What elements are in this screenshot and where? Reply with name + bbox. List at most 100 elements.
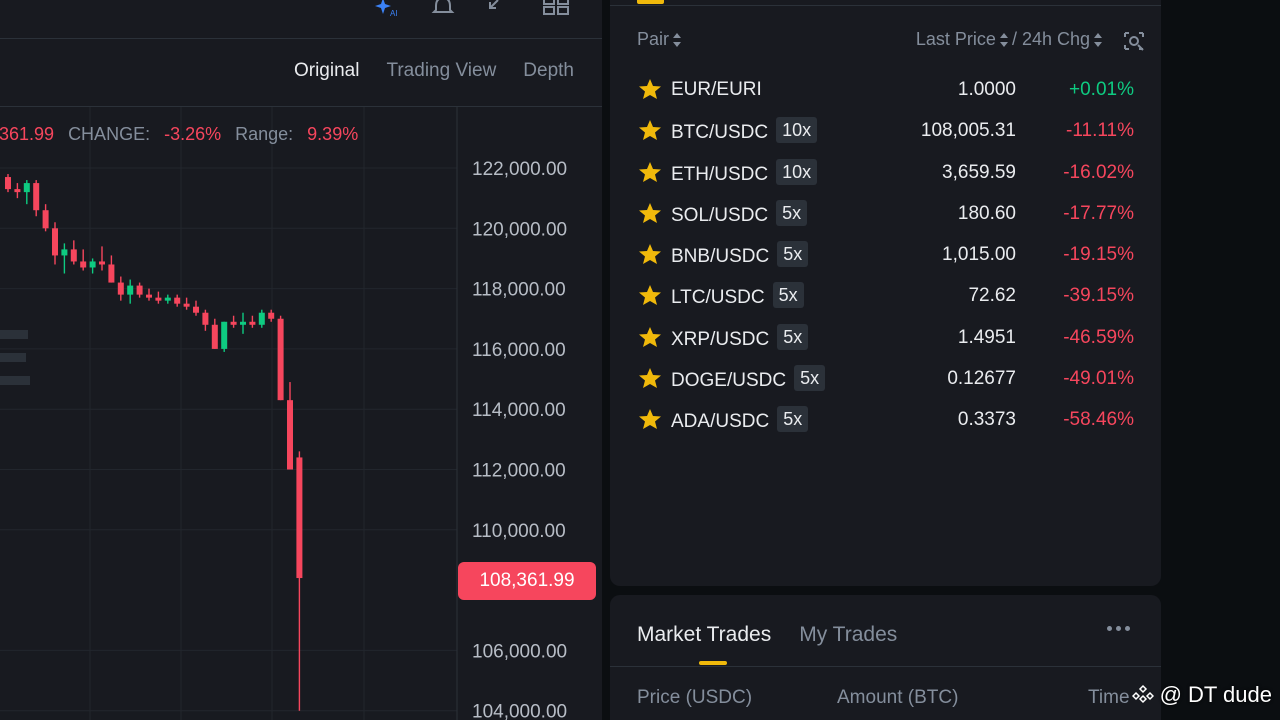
pair-symbol: EUR/EURI	[671, 79, 762, 100]
bell-icon[interactable]	[428, 0, 458, 20]
favorite-star-icon[interactable]	[638, 326, 662, 348]
chart-panel: AI Original Trading View Depth 122,000.0…	[0, 0, 602, 720]
tab-depth[interactable]: Depth	[523, 60, 574, 82]
candle[interactable]	[99, 246, 105, 271]
leverage-badge: 5x	[777, 406, 809, 433]
pair-symbol: ADA/USDC	[671, 411, 770, 433]
candle[interactable]	[183, 297, 190, 310]
candle[interactable]	[23, 180, 30, 205]
candle[interactable]	[164, 294, 171, 304]
favorite-star-icon[interactable]	[638, 119, 662, 141]
last-price: 1.4951	[957, 326, 1016, 348]
favorite-star-icon[interactable]	[638, 367, 662, 389]
change-percent: -49.01%	[1063, 368, 1134, 390]
candle[interactable]	[258, 309, 265, 328]
pair-row[interactable]: EUR/EURI 1.0000 +0.01%	[638, 69, 1134, 110]
info-change-label: CHANGE:	[68, 124, 151, 144]
candle[interactable]	[42, 204, 49, 232]
candle[interactable]	[61, 243, 68, 274]
toolbar-divider	[0, 38, 602, 39]
pair-name: BTC/USDC 10x	[671, 117, 818, 146]
candlestick-chart[interactable]: 122,000.00 120,000.00 118,000.00 116,000.00…	[0, 107, 602, 720]
pair-symbol: XRP/USDC	[671, 328, 770, 350]
y-axis-tick-label: 112,000.00	[472, 461, 566, 482]
candle[interactable]	[5, 174, 11, 193]
pair-symbol: BTC/USDC	[671, 122, 769, 144]
candle[interactable]	[33, 180, 40, 217]
candle[interactable]	[127, 279, 134, 304]
last-price-header[interactable]: Last Price	[916, 29, 996, 50]
depth-bar	[0, 353, 26, 362]
favorite-star-icon[interactable]	[638, 408, 662, 430]
candle[interactable]	[136, 282, 143, 298]
sort-by-pair[interactable]: Pair	[637, 29, 682, 50]
col-time: Time	[1088, 687, 1130, 708]
ai-sparkle-icon[interactable]: AI	[372, 0, 402, 20]
leverage-badge: 5x	[772, 282, 804, 309]
favorite-star-icon[interactable]	[638, 202, 662, 224]
candle[interactable]	[108, 255, 115, 283]
watermark: @ DT dude	[1131, 682, 1272, 708]
y-axis-tick-label: 114,000.00	[472, 400, 566, 421]
pair-row[interactable]: ETH/USDC 10x 3,659.59 -16.02%	[638, 152, 1134, 193]
pair-row[interactable]: ADA/USDC 5x 0.3373 -58.46%	[638, 399, 1134, 440]
leverage-badge: 5x	[794, 365, 826, 392]
depth-bar	[0, 330, 28, 339]
candle[interactable]	[202, 309, 209, 331]
layout-grid-icon[interactable]	[542, 0, 572, 20]
y-axis-tick-label: 122,000.00	[472, 159, 567, 180]
favorite-star-icon[interactable]	[638, 161, 662, 183]
tab-market-trades[interactable]: Market Trades	[637, 623, 771, 665]
svg-text:AI: AI	[390, 9, 398, 18]
pair-row[interactable]: BNB/USDC 5x 1,015.00 -19.15%	[638, 234, 1134, 275]
candle[interactable]	[268, 309, 275, 322]
last-price: 1,015.00	[942, 244, 1016, 266]
change-percent: -19.15%	[1063, 244, 1134, 266]
candle[interactable]	[287, 382, 293, 470]
candle[interactable]	[80, 249, 87, 271]
change-percent: -17.77%	[1063, 202, 1134, 224]
y-axis-tick-label: 120,000.00	[472, 219, 567, 240]
pair-row[interactable]: DOGE/USDC 5x 0.12677 -49.01%	[638, 358, 1134, 399]
leverage-badge: 10x	[776, 117, 818, 144]
change-header[interactable]: / 24h Chg	[1012, 29, 1090, 50]
candle[interactable]	[211, 318, 218, 349]
candle[interactable]	[155, 291, 162, 304]
pair-row[interactable]: SOL/USDC 5x 180.60 -17.77%	[638, 193, 1134, 234]
candle[interactable]	[52, 222, 58, 265]
change-percent: -46.59%	[1063, 326, 1134, 348]
favorite-star-icon[interactable]	[638, 243, 662, 265]
pair-name: LTC/USDC 5x	[671, 282, 804, 311]
favorite-star-icon[interactable]	[638, 78, 662, 100]
info-range-value: 9.39%	[307, 124, 359, 144]
column-settings-icon[interactable]	[1121, 29, 1147, 53]
candle[interactable]	[193, 300, 199, 316]
candle[interactable]	[277, 315, 284, 401]
favorite-star-icon[interactable]	[638, 284, 662, 306]
last-price: 180.60	[957, 202, 1016, 224]
pair-row[interactable]: XRP/USDC 5x 1.4951 -46.59%	[638, 317, 1134, 358]
tab-trading-view[interactable]: Trading View	[386, 60, 496, 82]
pair-name: EUR/EURI	[671, 79, 762, 101]
pair-name: BNB/USDC 5x	[671, 241, 809, 270]
collapse-arrow-icon[interactable]	[478, 0, 508, 20]
more-options-icon[interactable]	[1107, 621, 1133, 635]
candle[interactable]	[249, 315, 256, 328]
candle[interactable]	[70, 240, 77, 265]
pair-row[interactable]: BTC/USDC 10x 108,005.31 -11.11%	[638, 110, 1134, 151]
candle[interactable]	[146, 288, 152, 301]
last-price: 72.62	[968, 285, 1016, 307]
candle[interactable]	[174, 294, 181, 307]
depth-bar	[0, 376, 30, 385]
candle[interactable]	[221, 321, 228, 352]
pair-symbol: SOL/USDC	[671, 204, 769, 226]
pair-row[interactable]: LTC/USDC 5x 72.62 -39.15%	[638, 275, 1134, 316]
leverage-badge: 5x	[777, 323, 809, 350]
candle[interactable]	[230, 315, 237, 328]
candle[interactable]	[240, 312, 246, 334]
candle[interactable]	[14, 183, 21, 199]
candle[interactable]	[117, 276, 124, 301]
candle[interactable]	[296, 451, 303, 711]
tab-my-trades[interactable]: My Trades	[799, 623, 897, 647]
tab-original[interactable]: Original	[294, 60, 359, 82]
